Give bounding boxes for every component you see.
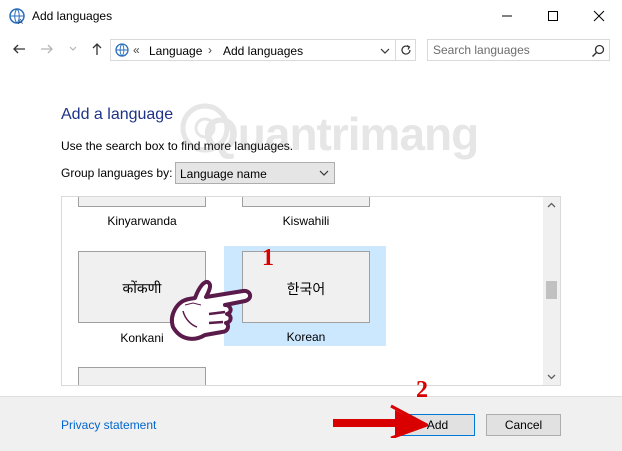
arrow-up-icon [92,43,102,55]
language-name: Kiswahili [282,214,330,228]
language-tile-kiswahili[interactable]: Kiswahili [234,197,374,237]
refresh-icon [400,44,411,55]
scroll-down-button[interactable] [543,368,560,385]
group-by-select[interactable]: Language name [175,162,335,184]
minimize-icon [502,15,512,17]
maximize-icon [548,11,558,21]
language-tile-box [78,367,206,385]
language-app-icon: A [9,8,25,25]
red-arrow-icon [333,404,428,438]
close-icon [593,10,605,22]
cancel-button[interactable]: Cancel [486,414,561,436]
navigation-bar: « Language › Add languages [0,32,622,66]
chevron-down-icon [319,170,329,176]
back-button[interactable] [8,38,30,60]
svg-text:A: A [18,18,23,25]
window-title: Add languages [32,9,113,23]
language-name: Kinyarwanda [107,214,177,228]
privacy-statement-link[interactable]: Privacy statement [61,418,156,432]
group-by-label: Group languages by: [61,166,173,180]
language-list[interactable]: Kinyarwanda Kiswahili कोंकणी Konkani 한국어… [61,196,561,386]
chevron-down-icon [69,46,77,51]
chevron-down-icon [547,374,556,380]
address-bar[interactable]: « Language › Add languages [110,39,416,61]
title-bar: A Add languages [0,0,622,32]
language-native-script: 한국어 [286,281,326,297]
language-tile-next[interactable] [72,367,212,385]
scroll-up-button[interactable] [543,197,560,214]
language-name: Korean [286,330,326,344]
minimize-button[interactable] [484,0,530,32]
breadcrumb-language[interactable]: Language [149,44,202,58]
search-input[interactable] [428,40,588,60]
recent-locations-button[interactable] [62,38,84,60]
scroll-thumb[interactable] [546,281,557,299]
watermark-text: Quantrimang [203,108,479,160]
footer: Privacy statement Add Cancel [0,396,622,451]
refresh-button[interactable] [395,40,415,60]
arrow-right-icon [41,44,53,54]
breadcrumb-overflow[interactable]: « [133,43,140,57]
arrow-left-icon [13,44,25,54]
address-dropdown-button[interactable] [377,43,393,59]
search-icon[interactable] [590,43,606,59]
step-1-number: 1 [262,245,274,271]
step-2-number: 2 [416,377,428,403]
search-box[interactable] [427,39,610,61]
maximize-button[interactable] [530,0,576,32]
forward-button[interactable] [36,38,58,60]
breadcrumb-chevron-icon[interactable]: › [208,43,212,57]
pointing-hand-icon [170,280,252,341]
close-button[interactable] [576,0,622,32]
breadcrumb-add-languages[interactable]: Add languages [223,44,303,58]
chevron-up-icon [547,202,556,208]
language-location-icon [115,43,129,57]
up-button[interactable] [86,38,108,60]
language-tile-box [78,197,206,207]
group-by-value: Language name [180,167,267,181]
page-title: Add a language [61,106,174,123]
language-tile-box [242,197,370,207]
watermark-logo: Quantrimang [175,95,479,165]
chevron-down-icon [380,48,390,54]
language-tile-kinyarwanda[interactable]: Kinyarwanda [72,197,212,237]
language-list-scrollbar[interactable] [543,197,560,385]
